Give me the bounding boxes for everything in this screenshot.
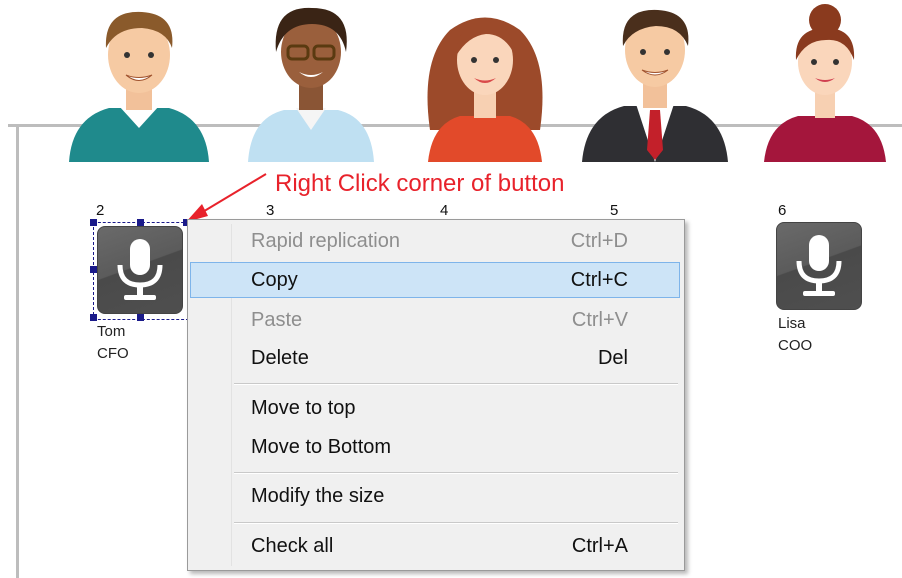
menu-item-paste[interactable]: Paste Ctrl+V — [190, 302, 680, 338]
menu-separator — [234, 522, 678, 524]
menu-item-label: Paste — [251, 309, 303, 331]
woman-bun-avatar — [750, 0, 900, 162]
callout-text: Right Click corner of button — [275, 170, 565, 197]
resize-handle-top-left[interactable] — [90, 219, 97, 226]
man-teal-sweater-avatar — [64, 0, 214, 162]
button-number-5: 5 — [610, 202, 619, 219]
resize-handle-bottom-left[interactable] — [90, 314, 97, 321]
menu-item-label: Delete — [251, 347, 309, 369]
resize-handle-bottom[interactable] — [137, 314, 144, 321]
menu-item-modify-size[interactable]: Modify the size — [190, 478, 680, 514]
button-label-role-lisa: COO — [778, 337, 813, 354]
connector-line-vertical — [16, 124, 19, 578]
menu-item-label: Move to top — [251, 397, 356, 419]
menu-item-shortcut: Del — [597, 347, 628, 369]
woman-glasses-avatar — [236, 0, 386, 162]
menu-item-shortcut: Ctrl+A — [571, 535, 628, 557]
button-number-3: 3 — [266, 202, 275, 219]
menu-item-copy[interactable]: Copy Ctrl+C — [190, 262, 680, 298]
menu-item-delete[interactable]: Delete Del — [190, 340, 680, 376]
resize-handle-top[interactable] — [137, 219, 144, 226]
resize-handle-left[interactable] — [90, 266, 97, 273]
button-number-2: 2 — [96, 202, 105, 219]
menu-item-check-all[interactable]: Check all Ctrl+A — [190, 528, 680, 564]
menu-item-rapid-replication[interactable]: Rapid replication Ctrl+D — [190, 223, 680, 259]
button-number-6: 6 — [778, 202, 787, 219]
menu-separator — [234, 472, 678, 474]
context-menu: Rapid replication Ctrl+D Copy Ctrl+C Pas… — [187, 219, 685, 571]
menu-item-label: Move to Bottom — [251, 436, 392, 458]
man-suit-avatar — [580, 0, 730, 162]
mic-button-tom[interactable] — [97, 226, 183, 314]
menu-item-shortcut: Ctrl+V — [571, 309, 628, 331]
canvas: Right Click corner of button 2 3 4 5 6 T… — [0, 0, 902, 578]
menu-separator — [234, 383, 678, 385]
menu-item-move-to-bottom[interactable]: Move to Bottom — [190, 429, 680, 465]
menu-item-label: Rapid replication — [251, 230, 400, 252]
menu-item-shortcut: Ctrl+C — [570, 269, 628, 291]
menu-item-shortcut: Ctrl+D — [570, 230, 628, 252]
microphone-icon — [117, 239, 163, 300]
button-number-4: 4 — [440, 202, 449, 219]
button-label-name-lisa: Lisa — [778, 315, 806, 332]
menu-item-move-to-top[interactable]: Move to top — [190, 390, 680, 426]
mic-button-lisa[interactable] — [776, 222, 862, 310]
microphone-icon — [796, 235, 842, 296]
menu-item-label: Copy — [251, 269, 298, 291]
menu-item-label: Modify the size — [251, 485, 385, 507]
button-label-name-tom: Tom — [97, 323, 126, 340]
woman-red-hair-avatar — [410, 0, 560, 162]
menu-item-label: Check all — [251, 535, 334, 557]
button-label-role-tom: CFO — [97, 345, 129, 362]
